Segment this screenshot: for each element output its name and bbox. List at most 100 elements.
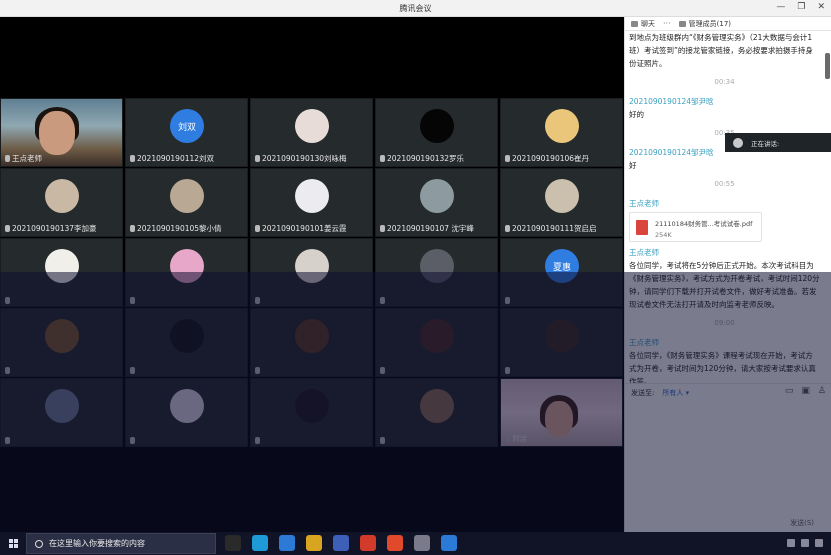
avatar xyxy=(420,389,454,423)
avatar xyxy=(170,319,204,353)
tab-members-label: 管理成员(17) xyxy=(688,19,732,28)
participant-tile[interactable] xyxy=(0,238,123,307)
message-sender: 2021090190124邹尹晗 xyxy=(629,97,714,106)
message-time: 00:55 xyxy=(714,180,735,188)
avatar xyxy=(295,249,329,283)
participant-name xyxy=(380,297,387,304)
taskbar-apps xyxy=(225,535,457,551)
participant-name xyxy=(505,367,512,374)
microphone-icon xyxy=(255,437,260,444)
participant-name-text: 2021090190101姜云霞 xyxy=(262,224,347,233)
file-attachment[interactable]: 21110184财务管...考试试卷.pdf 254K xyxy=(629,212,762,242)
restore-icon[interactable]: ❐ xyxy=(797,2,805,12)
participant-name: 2021090190112刘双 xyxy=(130,153,214,164)
more-icon[interactable]: ··· xyxy=(663,19,671,28)
avatar xyxy=(295,109,329,143)
tab-members[interactable]: 管理成员(17) xyxy=(678,19,732,29)
avatar xyxy=(295,389,329,423)
chat-messages[interactable]: 到地点为班级群内“《财务管理实务》（21大数据与会计1班）考试签到”的接龙管家链… xyxy=(625,31,824,397)
close-icon[interactable]: ✕ xyxy=(817,2,825,12)
participant-name-text: 刘洁 xyxy=(512,434,527,443)
taskbar-search-box[interactable]: 在这里输入你要搜索的内容 xyxy=(26,533,216,554)
participant-tile[interactable]: 刘洁 xyxy=(500,378,623,447)
chat-icon xyxy=(631,20,638,27)
avatar xyxy=(420,109,454,143)
send-to-value[interactable]: 所有人 ▾ xyxy=(662,388,689,398)
participant-name: 2021090190107 沈宇峰 xyxy=(380,223,474,234)
microphone-icon xyxy=(130,367,135,374)
participant-name: 王点老师 xyxy=(5,153,42,164)
message-text: 好的 xyxy=(629,110,644,119)
microphone-icon xyxy=(505,155,510,162)
participant-video xyxy=(545,401,573,437)
avatar xyxy=(420,179,454,213)
participant-name: 2021090190132罗乐 xyxy=(380,153,464,164)
image-icon[interactable]: ▣ xyxy=(801,386,810,396)
taskbar-app-icon[interactable] xyxy=(333,535,349,551)
taskbar-app-icon[interactable] xyxy=(441,535,457,551)
participant-tile[interactable] xyxy=(375,308,498,377)
participant-name-text: 2021090190106崔丹 xyxy=(512,154,590,163)
participant-tile[interactable] xyxy=(250,378,373,447)
tray-icon[interactable] xyxy=(787,539,795,547)
send-button[interactable]: 发送(S) xyxy=(790,518,814,528)
taskbar-app-icon[interactable] xyxy=(225,535,241,551)
chat-composer: 发送至: 所有人 ▾ ▭ ▣ ♙ 发送(S) xyxy=(625,383,831,532)
participant-tile[interactable]: 2021090190107 沈宇峰 xyxy=(375,168,498,237)
participant-tile[interactable]: 刘双 2021090190112刘双 xyxy=(125,98,248,167)
participant-tile[interactable]: 夏惠 xyxy=(500,238,623,307)
tray-icon[interactable] xyxy=(815,539,823,547)
windows-start-icon[interactable] xyxy=(9,539,18,548)
participant-tile[interactable]: 2021090190101姜云霞 xyxy=(250,168,373,237)
taskbar-app-icon[interactable] xyxy=(360,535,376,551)
taskbar-app-icon[interactable] xyxy=(387,535,403,551)
participant-tile[interactable] xyxy=(375,238,498,307)
participant-name xyxy=(5,297,12,304)
send-to-selector[interactable]: 发送至: 所有人 ▾ xyxy=(631,388,689,398)
message-text: 好 xyxy=(629,161,637,170)
minimize-icon[interactable]: — xyxy=(776,2,785,12)
user-icon[interactable]: ♙ xyxy=(818,386,826,396)
participant-tile[interactable] xyxy=(375,378,498,447)
participant-tile[interactable]: 2021090190105黎小倩 xyxy=(125,168,248,237)
microphone-icon xyxy=(380,297,385,304)
participant-name: 刘洁 xyxy=(505,433,527,444)
participant-tile[interactable] xyxy=(125,238,248,307)
tray-icon[interactable] xyxy=(801,539,809,547)
microphone-icon xyxy=(505,297,510,304)
taskbar-app-icon[interactable] xyxy=(252,535,268,551)
microphone-icon xyxy=(505,435,510,442)
participant-tile[interactable]: 2021090190111贺启启 xyxy=(500,168,623,237)
participant-tile[interactable]: 王点老师 xyxy=(0,98,123,167)
participant-tile[interactable] xyxy=(125,308,248,377)
participant-tile[interactable]: 2021090190130刘咏梅 xyxy=(250,98,373,167)
avatar xyxy=(420,319,454,353)
microphone-icon xyxy=(5,367,10,374)
avatar xyxy=(545,109,579,143)
participant-tile[interactable] xyxy=(500,308,623,377)
speaking-indicator: 正在讲话: xyxy=(725,133,831,152)
avatar xyxy=(545,179,579,213)
participant-tile[interactable] xyxy=(0,378,123,447)
participant-tile[interactable]: 2021090190106崔丹 xyxy=(500,98,623,167)
taskbar-app-icon[interactable] xyxy=(279,535,295,551)
participant-tile[interactable]: 2021090190137李加豪 xyxy=(0,168,123,237)
participant-tile[interactable] xyxy=(250,238,373,307)
participant-tile[interactable] xyxy=(125,378,248,447)
microphone-icon xyxy=(130,155,135,162)
taskbar-app-icon[interactable] xyxy=(414,535,430,551)
participant-name: 2021090190101姜云霞 xyxy=(255,223,347,234)
participant-tile[interactable] xyxy=(0,308,123,377)
members-icon xyxy=(678,20,686,27)
participant-name-text: 2021090190112刘双 xyxy=(137,154,215,163)
participant-tile[interactable] xyxy=(250,308,373,377)
taskbar-app-icon[interactable] xyxy=(306,535,322,551)
participant-name-text: 2021090190111贺启启 xyxy=(512,224,597,233)
participant-name: 2021090190130刘咏梅 xyxy=(255,153,347,164)
chat-scrollbar[interactable] xyxy=(825,53,830,79)
tab-chat[interactable]: 聊天 xyxy=(631,19,655,29)
participant-name-text: 2021090190105黎小倩 xyxy=(137,224,222,233)
microphone-icon xyxy=(130,225,135,232)
folder-icon[interactable]: ▭ xyxy=(785,386,794,396)
participant-tile[interactable]: 2021090190132罗乐 xyxy=(375,98,498,167)
